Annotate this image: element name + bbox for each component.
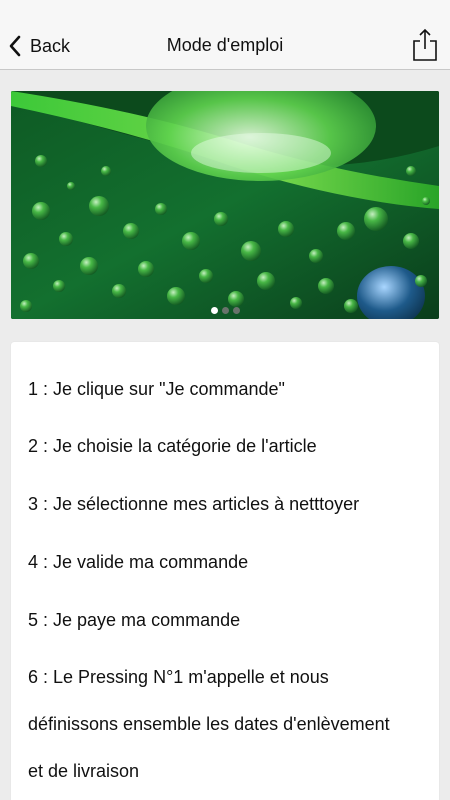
water-drops-image (11, 91, 439, 319)
page-title: Mode d'emploi (166, 35, 284, 55)
step-4: 4 : Je valide ma commande (28, 552, 249, 572)
share-button[interactable] (412, 28, 438, 62)
carousel-pagination (11, 307, 439, 314)
nav-bar: Back Mode d'emploi (0, 0, 450, 70)
carousel-dot[interactable] (221, 307, 229, 314)
banner-carousel[interactable] (11, 91, 439, 319)
step-6-line-3: et de livraison (28, 761, 140, 781)
step-1: 1 : Je clique sur "Je commande" (28, 379, 285, 399)
share-icon (412, 28, 438, 62)
step-2: 2 : Je choisie la catégorie de l'article (28, 436, 317, 456)
step-5: 5 : Je paye ma commande (28, 610, 241, 630)
step-6: 6 : Le Pressing N°1 m'appelle et nous (28, 667, 329, 687)
carousel-dot[interactable] (232, 307, 240, 314)
carousel-dot[interactable] (210, 307, 218, 314)
instructions-card: 1 : Je clique sur "Je commande" 2 : Je c… (11, 342, 439, 800)
step-3: 3 : Je sélectionne mes articles à nettto… (28, 494, 360, 514)
step-6-line-2: définissons ensemble les dates d'enlèvem… (28, 714, 390, 734)
